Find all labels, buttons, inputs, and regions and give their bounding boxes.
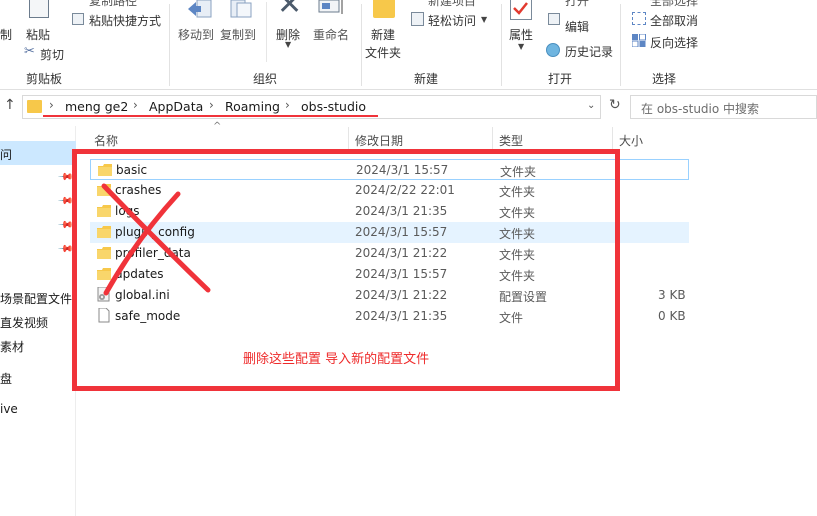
nav-item-scene-profiles[interactable]: 场景配置文件 [0, 290, 72, 307]
organize-group-label: 组织 [253, 72, 278, 86]
move-to-button[interactable]: 移动到 [178, 26, 214, 43]
invert-selection-icon [631, 33, 646, 48]
ribbon-divider [266, 2, 267, 62]
open-button[interactable]: 打开 [565, 0, 589, 9]
open-group-label: 打开 [548, 72, 573, 86]
column-separator[interactable] [348, 127, 349, 151]
cut-partial-label[interactable]: 制 [0, 26, 12, 43]
column-separator[interactable] [492, 127, 493, 151]
new-folder-button-line2[interactable]: 文件夹 [365, 44, 401, 61]
select-none-button[interactable]: 全部取消 [650, 12, 698, 29]
folder-icon [27, 100, 42, 113]
paste-shortcut-button[interactable]: 粘贴快捷方式 [89, 12, 161, 29]
scissors-icon: ✂ [24, 44, 35, 59]
file-size: 0 KB [658, 309, 686, 323]
breadcrumb-chevron-icon[interactable]: › [209, 98, 214, 112]
breadcrumb-obs-studio[interactable]: obs-studio [301, 99, 366, 114]
delete-x-icon[interactable]: ✕ [277, 0, 302, 20]
ribbon-separator [169, 4, 170, 86]
breadcrumb-roaming[interactable]: Roaming [225, 99, 280, 114]
edit-button[interactable]: 编辑 [565, 18, 589, 35]
ribbon-separator [501, 4, 502, 86]
ribbon: 制 粘贴 复制路径 粘贴快捷方式 ✂ 剪切 剪贴板 移动到 复制到 ✕ 删除 ▼… [0, 0, 817, 90]
nav-item-quick-access[interactable]: 问 [0, 146, 12, 163]
copy-path-button[interactable]: 复制路径 [89, 0, 137, 9]
invert-selection-button[interactable]: 反向选择 [650, 34, 698, 51]
column-separator[interactable] [612, 127, 613, 151]
breadcrumb-appdata[interactable]: AppData [149, 99, 203, 114]
new-item-button[interactable]: 新建项目 [428, 0, 476, 9]
nav-item-materials[interactable]: 素材 [0, 338, 24, 355]
select-group-label: 选择 [652, 72, 677, 86]
nav-item-onedrive[interactable]: ive [0, 402, 18, 416]
ribbon-separator [361, 4, 362, 86]
edit-icon [548, 13, 560, 25]
move-to-icon[interactable] [187, 0, 213, 18]
annotation-x-mark [101, 183, 211, 296]
paste-icon[interactable] [29, 0, 49, 18]
nav-item-drive[interactable]: 盘 [0, 370, 12, 387]
ribbon-separator [620, 4, 621, 86]
breadcrumb-meng-ge2[interactable]: meng ge2 [65, 99, 128, 114]
properties-button[interactable]: 属性 [509, 26, 533, 43]
column-header-date[interactable]: 修改日期 [355, 132, 403, 149]
address-underline-annotation [43, 115, 378, 117]
properties-icon[interactable] [510, 0, 532, 20]
search-placeholder: 在 obs-studio 中搜索 [641, 102, 760, 116]
breadcrumb-chevron-icon[interactable]: › [133, 98, 138, 112]
breadcrumb-chevron-icon[interactable]: › [49, 98, 54, 112]
copy-to-icon[interactable] [229, 0, 253, 18]
paste-button[interactable]: 粘贴 [26, 26, 50, 43]
column-header-size[interactable]: 大小 [619, 132, 643, 149]
select-none-icon [632, 12, 646, 25]
breadcrumb-chevron-icon[interactable]: › [285, 98, 290, 112]
chevron-down-icon[interactable]: ▼ [285, 40, 291, 49]
file-size: 3 KB [658, 288, 686, 302]
sort-ascending-icon: ^ [213, 121, 222, 132]
search-input[interactable]: 在 obs-studio 中搜索 [630, 95, 817, 119]
refresh-icon[interactable]: ↻ [609, 97, 621, 113]
nav-item-publish-video[interactable]: 直发视频 [0, 314, 48, 331]
column-header-type[interactable]: 类型 [499, 132, 523, 149]
column-header-name[interactable]: 名称 [94, 132, 118, 149]
copy-to-button[interactable]: 复制到 [220, 26, 256, 43]
new-folder-icon[interactable] [373, 0, 395, 18]
clipboard-group-label: 剪贴板 [26, 72, 63, 86]
cut-button[interactable]: 剪切 [40, 46, 64, 63]
history-icon [546, 43, 560, 57]
easy-access-button[interactable]: 轻松访问 [428, 12, 476, 29]
select-all-button[interactable]: 全部选择 [650, 0, 698, 9]
history-button[interactable]: 历史记录 [565, 43, 613, 60]
rename-button[interactable]: 重命名 [313, 26, 349, 43]
new-group-label: 新建 [414, 72, 439, 86]
up-arrow-icon[interactable]: ↑ [4, 97, 16, 113]
easy-access-icon [411, 12, 424, 26]
rename-icon[interactable] [318, 0, 346, 14]
chevron-down-icon[interactable]: ▼ [518, 42, 524, 51]
annotation-text: 删除这些配置 导入新的配置文件 [243, 352, 430, 367]
new-folder-button-line1[interactable]: 新建 [371, 26, 395, 43]
paste-shortcut-icon [72, 13, 84, 25]
chevron-down-icon[interactable]: ▼ [481, 15, 487, 24]
address-dropdown-chevron-icon[interactable]: ⌄ [587, 100, 595, 111]
